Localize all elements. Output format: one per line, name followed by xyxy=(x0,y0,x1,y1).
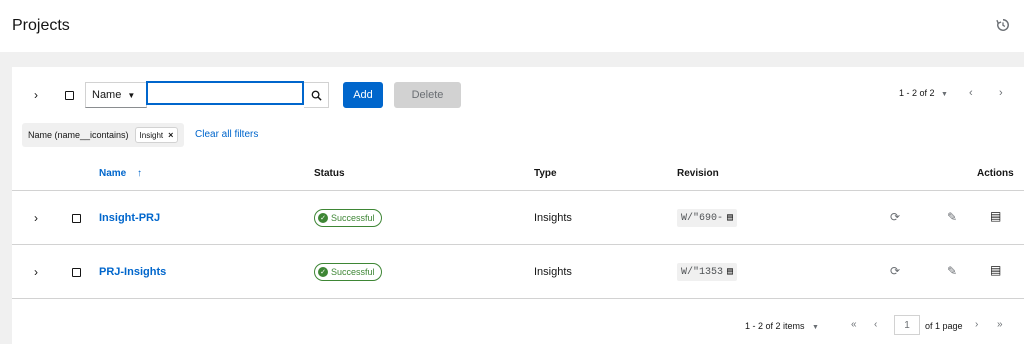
copy-project-icon[interactable]: ▤ xyxy=(990,209,1001,223)
column-header-name[interactable]: Name ↑ xyxy=(99,168,142,179)
revision-text: W/"1353 xyxy=(681,266,724,278)
status-badge[interactable]: ✓ Successful xyxy=(314,263,382,281)
status-label: Successful xyxy=(331,213,375,223)
previous-page-icon[interactable]: ‹ xyxy=(969,87,973,99)
sync-icon[interactable]: ⟳ xyxy=(890,264,900,278)
filter-chip: Insight × xyxy=(134,127,179,143)
column-header-type: Type xyxy=(534,168,557,179)
top-pagination-toggle[interactable]: 1 - 2 of 2 ▼ xyxy=(899,88,948,98)
search-button[interactable] xyxy=(304,82,329,108)
filter-type-select[interactable]: Name ▼ xyxy=(85,82,147,108)
bottom-pagination-toggle[interactable]: 1 - 2 of 2 items ▼ xyxy=(745,321,819,331)
caret-down-icon: ▼ xyxy=(127,90,136,100)
filter-chip-group: Name (name__icontains) Insight × xyxy=(22,123,185,147)
previous-page-icon[interactable]: ‹ xyxy=(874,319,877,330)
add-button[interactable]: Add xyxy=(343,82,383,108)
page-header: Projects xyxy=(0,0,1024,52)
page-number-input[interactable]: 1 xyxy=(894,315,920,335)
caret-down-icon: ▼ xyxy=(941,91,948,98)
expand-all-toggle[interactable]: › xyxy=(34,88,38,102)
next-page-icon[interactable]: › xyxy=(999,87,1003,99)
revision-text: W/"690- xyxy=(681,212,724,224)
copy-icon[interactable]: ▤ xyxy=(727,212,733,224)
search-icon xyxy=(311,90,322,101)
project-name-link[interactable]: PRJ-Insights xyxy=(99,266,166,278)
copy-icon[interactable]: ▤ xyxy=(727,266,733,278)
column-name-label: Name xyxy=(99,168,127,179)
clear-all-filters-link[interactable]: Clear all filters xyxy=(195,129,258,140)
caret-down-icon: ▼ xyxy=(812,324,819,331)
column-header-revision: Revision xyxy=(677,168,719,179)
page-title: Projects xyxy=(12,17,70,34)
column-header-status: Status xyxy=(314,168,345,179)
table-row: › PRJ-Insights ✓ Successful Insights W/"… xyxy=(12,245,1024,298)
column-header-actions: Actions xyxy=(977,168,1014,179)
row-checkbox[interactable] xyxy=(72,268,81,277)
projects-panel: › Name ▼ Add Delete 1 - 2 of 2 ▼ ‹ › Nam… xyxy=(12,67,1024,344)
revision-value: W/"1353 ▤ xyxy=(677,263,738,281)
status-label: Successful xyxy=(331,267,375,277)
select-all-checkbox[interactable] xyxy=(65,91,74,100)
search-input[interactable] xyxy=(146,81,304,105)
bottom-pagination-range: 1 - 2 of 2 items xyxy=(745,321,805,331)
edit-pencil-icon[interactable]: ✎ xyxy=(947,210,957,224)
sync-icon[interactable]: ⟳ xyxy=(890,210,900,224)
sort-ascending-icon: ↑ xyxy=(137,168,143,179)
delete-button[interactable]: Delete xyxy=(394,82,461,108)
project-name-link[interactable]: Insight-PRJ xyxy=(99,212,160,224)
copy-project-icon[interactable]: ▤ xyxy=(990,263,1001,277)
history-icon[interactable] xyxy=(996,18,1010,32)
filter-chip-label: Insight xyxy=(139,130,164,140)
top-pagination-range: 1 - 2 of 2 xyxy=(899,88,935,98)
edit-pencil-icon[interactable]: ✎ xyxy=(947,264,957,278)
project-type: Insights xyxy=(534,266,572,278)
row-expand-toggle[interactable]: › xyxy=(34,265,38,279)
filter-category-label: Name (name__icontains) xyxy=(28,130,129,140)
row-expand-toggle[interactable]: › xyxy=(34,211,38,225)
check-circle-icon: ✓ xyxy=(318,213,328,223)
last-page-icon[interactable]: » xyxy=(997,319,1003,330)
next-page-icon[interactable]: › xyxy=(975,319,978,330)
row-checkbox[interactable] xyxy=(72,214,81,223)
table-row: › Insight-PRJ ✓ Successful Insights W/"6… xyxy=(12,191,1024,244)
status-badge[interactable]: ✓ Successful xyxy=(314,209,382,227)
revision-value: W/"690- ▤ xyxy=(677,209,738,227)
row-divider xyxy=(12,298,1024,299)
first-page-icon[interactable]: « xyxy=(851,319,857,330)
project-type: Insights xyxy=(534,212,572,224)
check-circle-icon: ✓ xyxy=(318,267,328,277)
chip-close-icon[interactable]: × xyxy=(168,130,173,140)
page-count-label: of 1 page xyxy=(925,321,963,331)
filter-type-value: Name xyxy=(92,89,122,101)
